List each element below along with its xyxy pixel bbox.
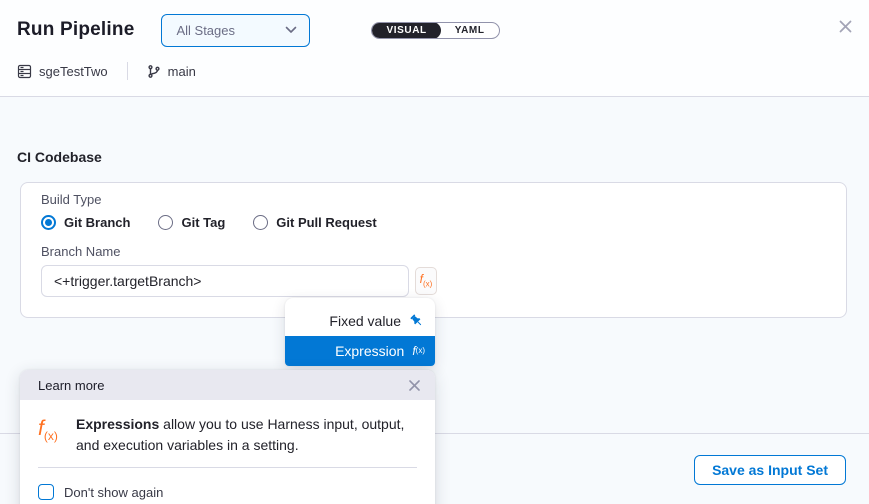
repository-icon [17,64,32,79]
radio-button[interactable] [158,215,173,230]
dont-show-again-option[interactable]: Don't show again [38,484,419,500]
branch-name-input[interactable] [41,265,409,297]
tab-visual[interactable]: VISUAL [372,22,440,39]
visual-yaml-toggle: VISUAL YAML [371,22,499,39]
repo-name: sgeTestTwo [39,64,108,79]
menu-item-fixed-value[interactable]: Fixed value [285,306,435,336]
divider [38,467,417,468]
section-title-ci-codebase: CI Codebase [17,149,102,165]
page-title: Run Pipeline [17,19,134,41]
branch-name: main [168,64,196,79]
menu-item-expression[interactable]: Expression f(x) [285,336,435,366]
build-type-label: Build Type [41,192,826,207]
chevron-down-icon [285,26,297,34]
radio-button[interactable] [253,215,268,230]
close-icon[interactable] [838,19,853,34]
save-as-input-set-button[interactable]: Save as Input Set [694,455,846,485]
expression-fx-button[interactable]: f(x) [415,267,437,295]
run-pipeline-dialog: Run Pipeline All Stages VISUAL YAML [0,0,869,504]
dont-show-again-checkbox[interactable] [38,484,54,500]
pin-icon [409,313,425,329]
stage-selector-value: All Stages [176,23,235,38]
learn-more-popover: Learn more f(x) Expressions allow you to… [20,370,435,504]
branch-name-label: Branch Name [41,244,826,259]
value-type-menu: Fixed value Expression f(x) [285,298,435,366]
learn-more-text: Expressions allow you to use Harness inp… [76,414,419,456]
ci-codebase-card: Build Type Git Branch Git Tag Git Pull R… [20,182,847,318]
radio-git-pull-request[interactable]: Git Pull Request [253,215,376,230]
radio-git-branch[interactable]: Git Branch [41,215,130,230]
build-type-options: Git Branch Git Tag Git Pull Request [41,214,826,230]
divider [127,62,128,80]
pipeline-meta: sgeTestTwo main [17,62,196,80]
popover-title: Learn more [38,378,104,393]
radio-button[interactable] [41,215,56,230]
git-branch-icon [147,64,161,79]
tab-yaml[interactable]: YAML [441,22,499,39]
fx-icon: f(x) [38,414,76,442]
radio-git-tag[interactable]: Git Tag [158,215,225,230]
fx-icon: f(x) [420,273,433,288]
dont-show-again-label: Don't show again [64,485,163,500]
dialog-header: Run Pipeline All Stages VISUAL YAML [0,0,869,97]
fx-icon: f(x) [412,345,425,357]
close-icon[interactable] [408,379,421,392]
popover-header: Learn more [20,370,435,400]
stage-selector[interactable]: All Stages [161,14,310,47]
